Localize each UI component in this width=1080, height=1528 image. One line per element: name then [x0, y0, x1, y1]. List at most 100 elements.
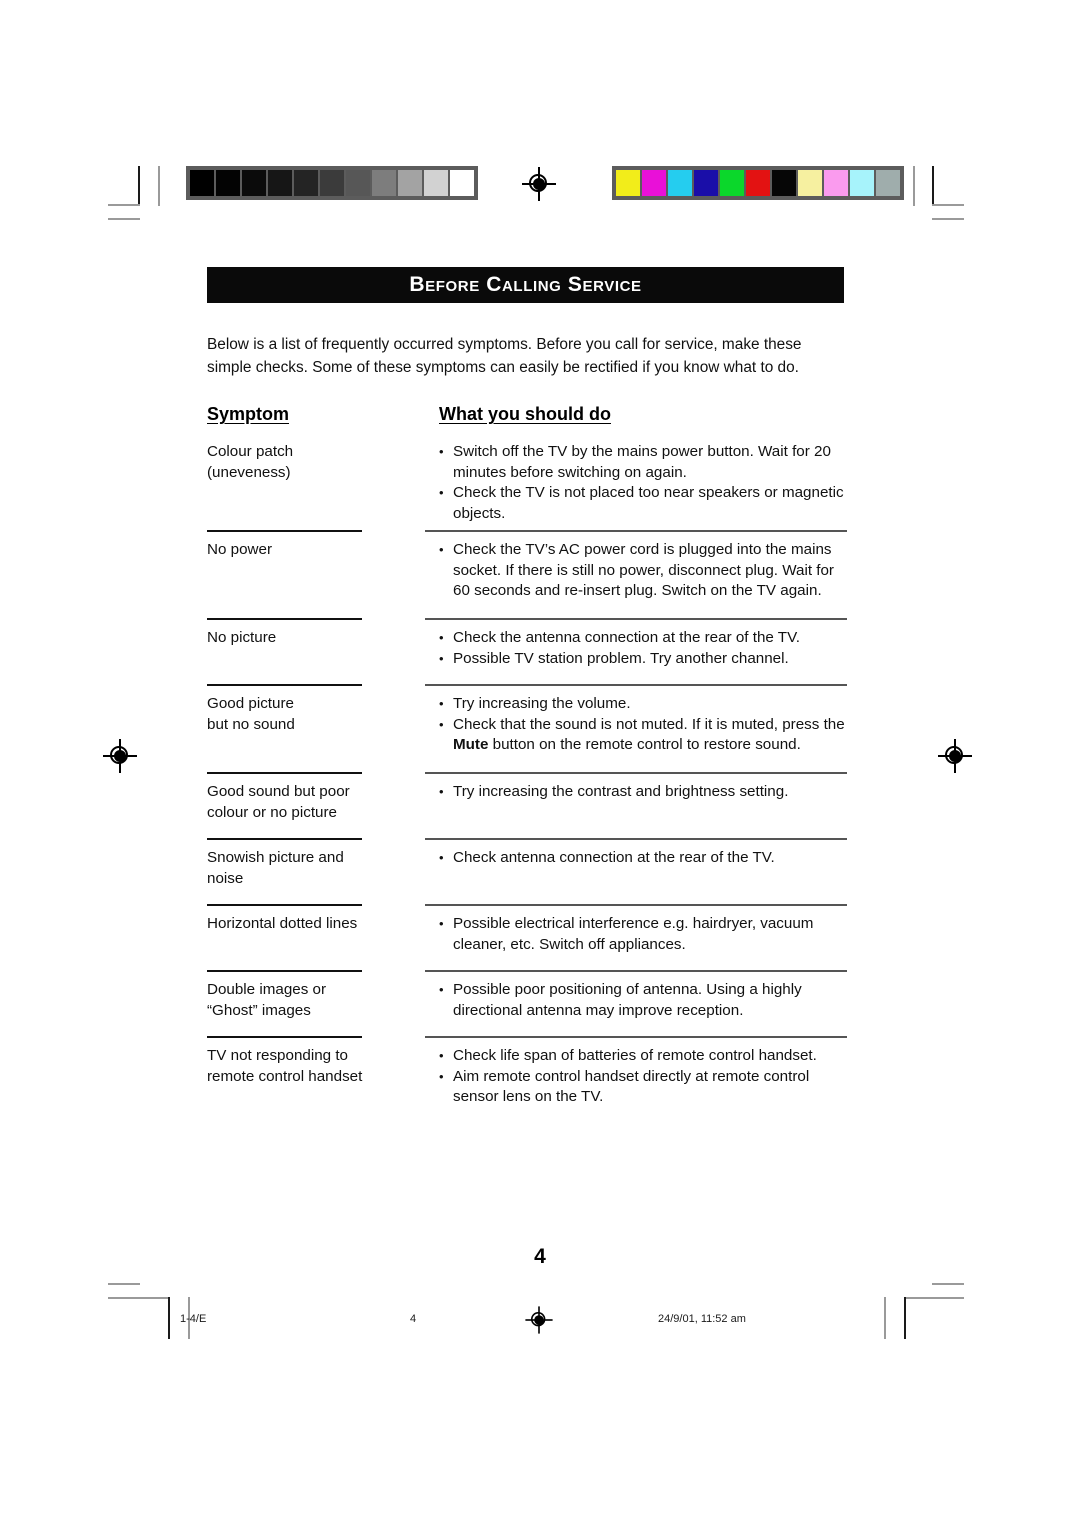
colour-swatch: [772, 170, 796, 196]
action-bullet: • Check the TV’s AC power cord is plugged…: [439, 540, 847, 602]
symptom-line: “Ghost” images: [207, 1001, 311, 1019]
bullet-icon: •: [439, 916, 444, 931]
table-row: Good picture but no sound • Try increasing …: [207, 692, 847, 766]
grayscale-swatch: [242, 170, 266, 196]
action-bullet-text: Possible electrical interference e.g. ha…: [453, 915, 814, 953]
grayscale-swatch: [346, 170, 370, 196]
row-separator-left: [207, 772, 362, 774]
table-row: Good sound but poor colour or no picture •…: [207, 780, 847, 832]
action-bullet-text: Possible poor positioning of antenna. Us…: [453, 981, 802, 1019]
row-separator-right: [425, 618, 847, 620]
row-separator-right: [425, 684, 847, 686]
action-bullet: • Check the TV is not placed too near spe…: [439, 483, 847, 524]
symptom-cell: Good picture but no sound: [207, 692, 439, 766]
symptom-line: remote control handset: [207, 1067, 363, 1085]
colour-swatch: [746, 170, 770, 196]
crop-mark-top-right-bleed: [913, 166, 915, 206]
action-cell: • Check life span of batteries of remote …: [439, 1044, 847, 1108]
action-bullet-text: Check antenna connection at the rear of …: [453, 849, 775, 866]
bullet-icon: •: [439, 1048, 444, 1063]
action-cell: • Switch off the TV by the mains power bu…: [439, 440, 847, 524]
row-separator: [207, 678, 847, 692]
colour-swatch: [642, 170, 666, 196]
grayscale-calibration-bar: [186, 166, 478, 200]
symptom-cell: Snowish picture and noise: [207, 846, 439, 898]
colour-swatch: [694, 170, 718, 196]
crop-mark-bottom-right-horizontal-2: [904, 1297, 964, 1299]
crop-mark-top-right-vertical: [932, 166, 934, 206]
action-bullet: • Possible TV station problem. Try anothe…: [439, 649, 847, 670]
row-separator-right: [425, 530, 847, 532]
bullet-icon: •: [439, 784, 444, 799]
page-number: 4: [534, 1245, 546, 1268]
crop-mark-bottom-right-bleed: [884, 1297, 886, 1339]
bullet-icon: •: [439, 485, 444, 500]
row-separator-left: [207, 904, 362, 906]
crop-mark-top-left-horizontal-2: [108, 218, 140, 220]
row-separator-right: [425, 772, 847, 774]
symptom-cell: Good sound but poor colour or no picture: [207, 780, 439, 832]
bullet-icon: •: [439, 716, 444, 732]
colour-swatch: [798, 170, 822, 196]
crop-mark-bottom-left-vertical: [168, 1297, 170, 1339]
column-header-action: What you should do: [439, 404, 611, 424]
registration-dot: [533, 178, 545, 190]
crop-mark-top-left-horizontal: [108, 204, 140, 206]
action-bullet-text: Check the TV is not placed too near spea…: [453, 484, 844, 522]
grayscale-swatch: [268, 170, 292, 196]
symptom-cell: No picture: [207, 626, 439, 678]
colour-swatch: [720, 170, 744, 196]
bullet-icon: •: [439, 542, 444, 557]
crop-mark-top-right-horizontal: [932, 204, 964, 206]
symptom-line: Horizontal dotted lines: [207, 915, 358, 932]
action-bullet: • Possible poor positioning of antenna. U…: [439, 980, 847, 1021]
table-row: Double images or “Ghost” images • Possible…: [207, 978, 847, 1030]
crop-mark-top-left-vertical: [138, 166, 140, 206]
symptom-cell: Colour patch (uneveness): [207, 440, 439, 524]
table-row: Colour patch (uneveness) • Switch off the T…: [207, 440, 847, 524]
bullet-icon: •: [439, 1068, 444, 1084]
crop-mark-bottom-left-horizontal-2: [108, 1297, 168, 1299]
row-separator-left: [207, 684, 362, 686]
colour-swatch: [824, 170, 848, 196]
row-separator-left: [207, 530, 362, 532]
action-bullet: • Check the antenna connection at the rea…: [439, 628, 847, 649]
row-separator-left: [207, 838, 362, 840]
bullet-icon: •: [439, 630, 444, 645]
colour-swatch: [850, 170, 874, 196]
symptom-line: Colour patch: [207, 443, 294, 460]
action-bullet-text: Try increasing the contrast and brightne…: [453, 783, 789, 800]
row-separator: [207, 1108, 847, 1122]
row-separator: [207, 832, 847, 846]
row-separator-right: [425, 970, 847, 972]
footer-timestamp: 24/9/01, 11:52 am: [658, 1313, 746, 1325]
action-bullet-text: Check life span of batteries of remote c…: [453, 1047, 817, 1064]
grayscale-swatch: [450, 170, 474, 196]
registration-target-right: [938, 739, 972, 773]
action-bullet: • Check that the sound is not muted. If i…: [439, 715, 847, 756]
row-separator-left: [207, 970, 362, 972]
symptom-cell: Horizontal dotted lines: [207, 912, 439, 964]
grayscale-swatch: [398, 170, 422, 196]
registration-dot: [534, 1315, 544, 1325]
crop-mark-bottom-right-horizontal: [932, 1283, 964, 1285]
crop-mark-bottom-right-vertical: [904, 1297, 906, 1339]
colour-calibration-bar: [612, 166, 904, 200]
bullet-icon: •: [439, 982, 444, 997]
bullet-icon: •: [439, 444, 444, 459]
crop-mark-bottom-left-horizontal: [108, 1283, 140, 1285]
footer-file-label: 1-4/E: [180, 1313, 207, 1325]
table-row: TV not responding to remote control hands…: [207, 1044, 847, 1108]
action-cell: • Possible poor positioning of antenna. U…: [439, 978, 847, 1030]
crop-mark-top-left-bleed: [158, 166, 160, 206]
symptom-line: noise: [207, 869, 244, 887]
row-separator: [207, 898, 847, 912]
action-cell: • Try increasing the contrast and brightn…: [439, 780, 847, 832]
symptom-line: but no sound: [207, 715, 295, 733]
symptom-line: Double images or: [207, 981, 327, 998]
row-separator: [207, 612, 847, 626]
action-bullet: • Try increasing the contrast and brightn…: [439, 782, 847, 803]
crop-mark-top-right-horizontal-2: [932, 218, 964, 220]
column-header-symptom: Symptom: [207, 404, 290, 424]
grayscale-swatch: [320, 170, 344, 196]
